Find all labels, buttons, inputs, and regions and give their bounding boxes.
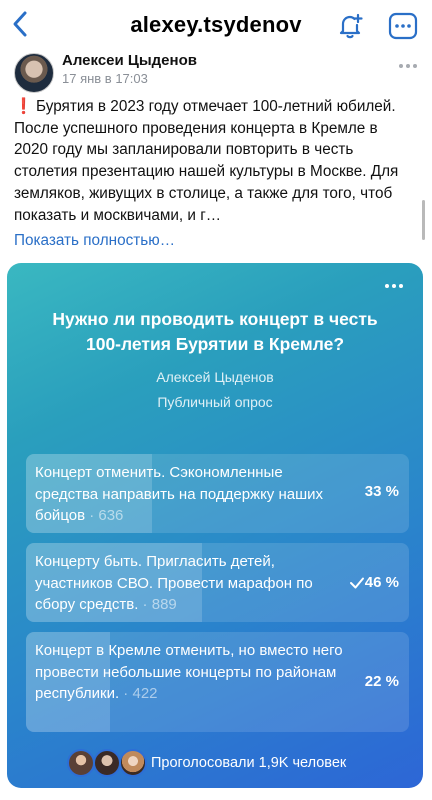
bottom-edge <box>0 792 432 800</box>
poll-option-text: Концерт отменить. Сэкономленные средства… <box>35 462 345 527</box>
poll-option-votes: · 889 <box>138 596 177 613</box>
poll-option-percent: 46 % <box>364 574 399 591</box>
checkmark-icon <box>350 577 364 589</box>
show-more-link[interactable]: Показать полностью… <box>14 232 175 250</box>
post-header: Алексеи Цыденов 17 янв в 17:03 <box>0 50 432 94</box>
top-bar: alexey.tsydenov <box>0 0 432 50</box>
more-horizontal-icon <box>385 284 403 288</box>
poll-menu-button[interactable] <box>381 279 407 291</box>
voter-avatar <box>119 749 147 777</box>
exclamation-icon: ❗ <box>14 98 34 115</box>
more-button[interactable] <box>388 12 418 40</box>
poll-option[interactable]: Концерту быть. Пригласить детей, участни… <box>26 543 409 622</box>
more-horizontal-icon <box>388 12 418 40</box>
post-body: Бурятия в 2023 году отмечает 100-летний … <box>14 98 399 224</box>
voted-count[interactable]: Проголосовали 1,9K человек <box>151 755 346 771</box>
post-text: ❗ Бурятия в 2023 году отмечает 100-летний… <box>14 96 414 226</box>
poll-option-percent: 33 % <box>364 483 399 500</box>
poll-option-votes: · 636 <box>85 507 124 524</box>
bell-plus-icon <box>339 13 363 39</box>
avatar[interactable] <box>14 53 54 93</box>
poll-option-votes: · 422 <box>119 685 158 702</box>
poll-option-label: Концерт в Кремле отменить, но вместо нег… <box>35 642 343 702</box>
voter-avatar <box>93 749 121 777</box>
poll-option-label: Концерт отменить. Сэкономленные средства… <box>35 464 324 524</box>
page-title: alexey.tsydenov <box>130 12 302 37</box>
poll-question: Нужно ли проводить концерт в честь 100-л… <box>52 309 378 354</box>
poll-type: Публичный опрос <box>157 394 273 410</box>
more-horizontal-icon <box>399 64 417 68</box>
poll-option[interactable]: Концерт отменить. Сэкономленные средства… <box>26 454 409 533</box>
voters-avatars[interactable] <box>67 749 147 779</box>
poll-option[interactable]: Концерт в Кремле отменить, но вместо нег… <box>26 632 409 732</box>
subscribe-notifications-button[interactable] <box>336 12 364 40</box>
author-name[interactable]: Алексеи Цыденов <box>62 52 197 69</box>
poll-card: Нужно ли проводить концерт в честь 100-л… <box>7 263 423 788</box>
voter-avatar <box>67 749 95 777</box>
poll-option-text: Концерту быть. Пригласить детей, участни… <box>35 551 345 616</box>
poll-option-text: Концерт в Кремле отменить, но вместо нег… <box>35 640 345 705</box>
poll-author[interactable]: Алексей Цыденов <box>7 369 423 385</box>
poll-option-percent: 22 % <box>364 673 399 690</box>
scrollbar[interactable] <box>422 200 425 240</box>
post-menu-button[interactable] <box>396 58 420 74</box>
post-time: 17 янв в 17:03 <box>62 71 148 86</box>
